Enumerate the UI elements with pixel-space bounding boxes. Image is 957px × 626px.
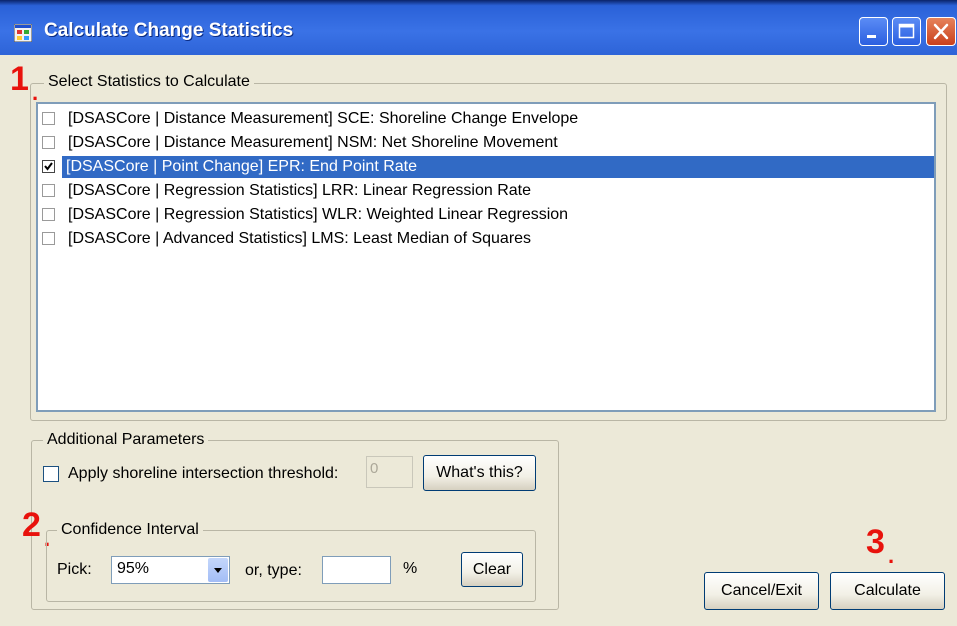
list-item[interactable]: [DSASCore | Regression Statistics] LRR: … [42,180,936,202]
whats-this-button[interactable]: What's this? [423,455,536,491]
threshold-checkbox[interactable] [43,466,59,482]
list-item-checkbox[interactable] [42,136,55,149]
list-item-label: [DSASCore | Point Change] EPR: End Point… [66,158,418,175]
list-item-checkbox-cell[interactable] [42,156,62,178]
confidence-pick-select[interactable]: 95% [111,556,230,584]
window-title: Calculate Change Statistics [44,20,294,41]
cancel-exit-button[interactable]: Cancel/Exit [704,572,819,610]
threshold-value: 0 [370,460,379,477]
list-item[interactable]: [DSASCore | Distance Measurement] NSM: N… [42,132,936,154]
checkmark-icon [44,162,53,171]
maximize-icon [898,23,915,39]
list-item-checkbox[interactable] [42,232,55,245]
clear-button[interactable]: Clear [461,552,523,587]
app-window-icon [14,24,32,42]
step-1-annotation: 1 [10,60,29,98]
percent-label: % [403,560,418,577]
list-item[interactable]: [DSASCore | Distance Measurement] SCE: S… [42,108,936,130]
confidence-interval-label: Confidence Interval [57,521,203,539]
statistics-group-label: Select Statistics to Calculate [44,73,254,91]
threshold-label: Apply shoreline intersection threshold: [68,465,339,482]
list-item-checkbox[interactable] [42,208,55,221]
step-3-dot: . [888,543,895,568]
pick-label: Pick: [57,561,92,578]
list-item-label: [DSASCore | Distance Measurement] NSM: N… [68,134,558,151]
calculate-change-statistics-dialog: Calculate Change Statistics 1 . Select S… [0,0,957,626]
list-item-label: [DSASCore | Advanced Statistics] LMS: Le… [68,230,532,247]
additional-parameters-label: Additional Parameters [43,431,209,449]
maximize-button[interactable] [892,17,921,46]
list-item-checkbox-checked[interactable] [42,160,55,173]
list-item-checkbox[interactable] [42,184,55,197]
close-button[interactable] [926,17,956,46]
confidence-pick-value: 95% [117,560,150,577]
list-item-selected[interactable]: [DSASCore | Point Change] EPR: End Point… [62,156,934,178]
list-item[interactable]: [DSASCore | Advanced Statistics] LMS: Le… [42,228,936,250]
minimize-button[interactable] [859,17,888,46]
or-type-label: or, type: [245,562,302,579]
list-item-checkbox[interactable] [42,112,55,125]
step-2-annotation: 2 [22,506,41,544]
list-item-label: [DSASCore | Regression Statistics] LRR: … [68,182,532,199]
list-item[interactable]: [DSASCore | Regression Statistics] WLR: … [42,204,936,226]
list-item-label: [DSASCore | Regression Statistics] WLR: … [68,206,569,223]
dropdown-button[interactable] [208,558,228,582]
minimize-icon [867,35,876,38]
threshold-input[interactable]: 0 [366,456,413,488]
calculate-button[interactable]: Calculate [830,572,945,610]
list-item-label: [DSASCore | Distance Measurement] SCE: S… [68,110,579,127]
confidence-type-input[interactable] [322,556,391,584]
statistics-listbox[interactable]: [DSASCore | Distance Measurement] SCE: S… [36,102,936,412]
close-icon [933,23,949,40]
chevron-down-icon [214,568,222,573]
step-3-annotation: 3 [866,523,885,561]
